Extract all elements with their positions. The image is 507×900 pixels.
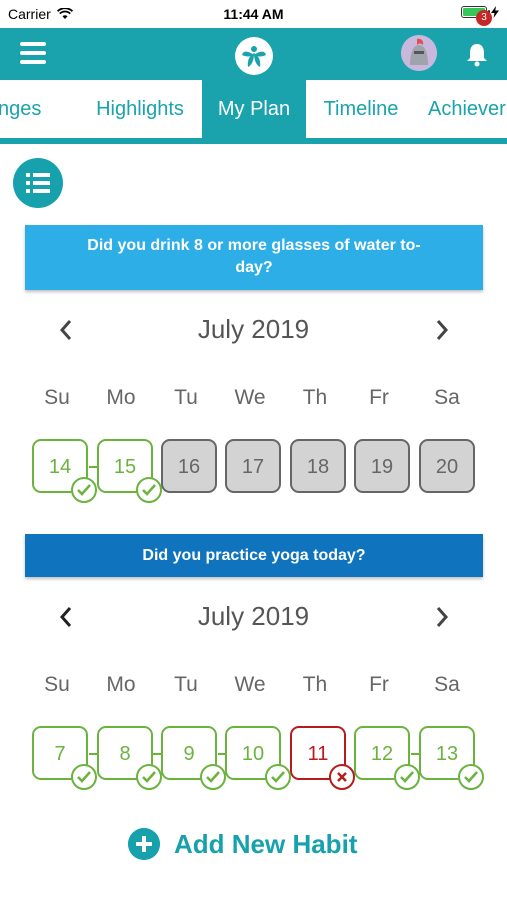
leaf-logo-icon <box>242 46 266 67</box>
add-new-habit-button[interactable]: Add New Habit <box>128 826 357 862</box>
charging-icon <box>491 6 499 18</box>
check-circle-icon <box>71 477 97 503</box>
app-logo <box>235 37 273 75</box>
weekday-label: We <box>234 673 266 696</box>
status-bar: Carrier 11:44 AM <box>0 0 507 28</box>
day-cell-18[interactable]: 18 <box>290 439 346 493</box>
menu-button[interactable] <box>20 42 46 66</box>
notification-bell-icon[interactable] <box>462 39 492 69</box>
weekday-label: Su <box>44 673 70 696</box>
weekday-label: Tu <box>174 673 198 696</box>
weekday-label: Fr <box>369 386 389 409</box>
month-label-yoga: July 2019 <box>197 601 310 631</box>
streak-connector <box>89 466 97 468</box>
notification-badge: 3 <box>476 10 492 26</box>
habit-question-yoga: Did you practice yoga today? <box>25 534 483 577</box>
habit-question-water: Did you drink 8 or more glasses of water… <box>25 225 483 290</box>
tab-challenges[interactable]: llenges <box>0 80 78 138</box>
x-circle-icon <box>329 764 355 790</box>
plus-circle-icon <box>128 828 160 860</box>
status-time: 11:44 AM <box>223 6 284 22</box>
next-week-water-chevron-right-icon[interactable] <box>432 317 452 343</box>
weekday-label: Sa <box>434 673 460 696</box>
list-icon <box>26 173 50 193</box>
tab-timeline[interactable]: Timeline <box>306 80 416 138</box>
day-cell-20[interactable]: 20 <box>419 439 475 493</box>
day-cell-16[interactable]: 16 <box>161 439 217 493</box>
weekday-label: Sa <box>434 386 460 409</box>
day-cell-17[interactable]: 17 <box>225 439 281 493</box>
list-view-button[interactable] <box>13 158 63 208</box>
weekday-label: Tu <box>174 386 198 409</box>
weekday-label: Mo <box>106 386 136 409</box>
tab-achievements[interactable]: Achiever <box>428 80 507 138</box>
add-new-habit-label: Add New Habit <box>174 828 358 859</box>
weekday-label: Th <box>302 386 328 409</box>
day-cell-19[interactable]: 19 <box>354 439 410 493</box>
check-circle-icon <box>458 764 484 790</box>
check-circle-icon <box>200 764 226 790</box>
check-circle-icon <box>394 764 420 790</box>
knight-avatar-icon <box>401 35 437 71</box>
weekday-label: Su <box>44 386 70 409</box>
weekday-label: Fr <box>369 673 389 696</box>
weekday-label: Mo <box>106 673 136 696</box>
weekday-label: We <box>234 386 266 409</box>
tab-highlights[interactable]: Highlights <box>78 80 202 138</box>
app-header: 3 <box>0 10 507 80</box>
user-avatar[interactable] <box>401 35 437 71</box>
month-label-water: July 2019 <box>197 314 310 344</box>
check-circle-icon <box>265 764 291 790</box>
check-circle-icon <box>71 764 97 790</box>
check-circle-icon <box>136 764 162 790</box>
tab-my-plan[interactable]: My Plan <box>202 80 306 138</box>
streak-connector <box>89 753 97 755</box>
next-week-yoga-chevron-right-icon[interactable] <box>432 604 452 630</box>
streak-connector <box>411 753 419 755</box>
tab-bar: llenges Highlights My Plan Timeline Achi… <box>0 80 507 144</box>
check-circle-icon <box>136 477 162 503</box>
streak-connector <box>153 753 161 755</box>
weekday-label: Th <box>302 673 328 696</box>
